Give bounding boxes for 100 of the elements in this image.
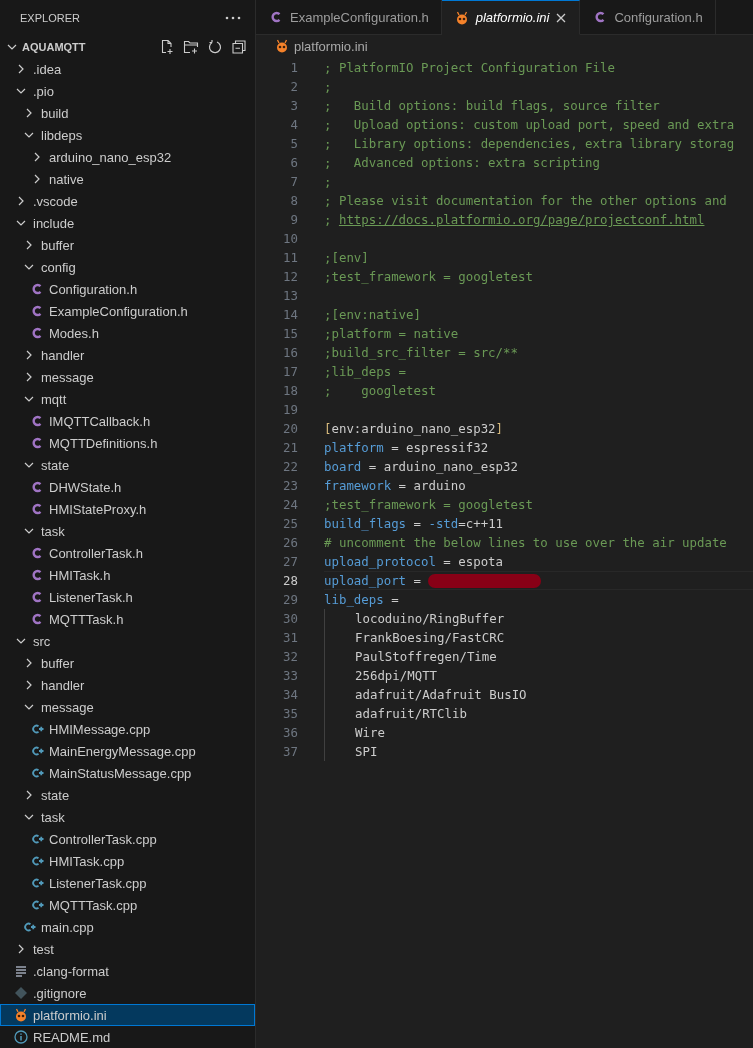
breadcrumb-item[interactable]: platformio.ini: [294, 38, 368, 54]
code-text: # uncomment the below lines to use over the air update: [324, 534, 727, 552]
tree-item[interactable]: IMQTTCallback.h: [0, 410, 255, 432]
tree-item[interactable]: MainEnergyMessage.cpp: [0, 740, 255, 762]
code-text: platform: [324, 439, 384, 457]
line-number: 22: [282, 459, 299, 474]
tree-item[interactable]: .idea: [0, 58, 255, 80]
line-number: 9: [289, 212, 299, 227]
line-number: 2: [289, 79, 299, 94]
line-number: 30: [282, 611, 299, 626]
line-number: 23: [282, 478, 299, 493]
editor-tab[interactable]: platformio.ini: [441, 0, 581, 35]
code-text: Wire: [355, 724, 385, 742]
line-number: 3: [289, 98, 299, 113]
tree-item[interactable]: platformio.ini: [0, 1004, 255, 1026]
tree-item[interactable]: handler: [0, 674, 255, 696]
tree-item[interactable]: buffer: [0, 234, 255, 256]
tree-item[interactable]: .vscode: [0, 190, 255, 212]
code-text: ;[env]: [324, 249, 369, 267]
code-text: =c++11: [458, 515, 504, 533]
tree-item[interactable]: DHWState.h: [0, 476, 255, 498]
code-text: ;test_framework = googletest: [324, 268, 533, 286]
editor-tab[interactable]: ExampleConfiguration.h: [256, 0, 442, 35]
tree-item[interactable]: MQTTDefinitions.h: [0, 432, 255, 454]
tree-item[interactable]: message: [0, 696, 255, 718]
line-number: 33: [282, 668, 299, 683]
tree-item[interactable]: HMITask.cpp: [0, 850, 255, 872]
line-number: 14: [282, 307, 299, 322]
tree-item[interactable]: buffer: [0, 652, 255, 674]
tree-item[interactable]: .gitignore: [0, 982, 255, 1004]
code-text: ; Build options: build flags, source filter: [324, 97, 660, 115]
diamond-icon: [13, 985, 29, 1001]
code-text: adafruit/RTClib: [355, 705, 467, 723]
tree-item[interactable]: src: [0, 630, 255, 652]
tree-item[interactable]: include: [0, 212, 255, 234]
tree-item[interactable]: main.cpp: [0, 916, 255, 938]
code-text: lib_deps: [324, 591, 384, 609]
tree-item[interactable]: handler: [0, 344, 255, 366]
tree-item[interactable]: ControllerTask.h: [0, 542, 255, 564]
tree-item[interactable]: message: [0, 366, 255, 388]
code-text: board: [324, 458, 362, 476]
tree-item[interactable]: state: [0, 454, 255, 476]
close-icon[interactable]: [555, 11, 568, 24]
code-link[interactable]: https://docs.platformio.org/page/projectconf.html: [338, 210, 705, 229]
editor-tab[interactable]: Configuration.h: [580, 0, 716, 35]
tree-item[interactable]: build: [0, 102, 255, 124]
tree-item[interactable]: MQTTTask.cpp: [0, 894, 255, 916]
line-number: 24: [282, 497, 299, 512]
tree-item[interactable]: HMIMessage.cpp: [0, 718, 255, 740]
code-text: -std: [428, 515, 459, 533]
code-text: build_flags: [324, 515, 407, 533]
code-text: upload_protocol: [324, 553, 436, 571]
tree-item[interactable]: task: [0, 806, 255, 828]
line-number: 21: [282, 440, 299, 455]
tree-item[interactable]: .clang-format: [0, 960, 255, 982]
tree-item[interactable]: native: [0, 168, 255, 190]
new-file-icon[interactable]: [159, 39, 175, 55]
line-number: 16: [282, 345, 299, 360]
code-text: = espota: [442, 553, 504, 571]
line-number: 25: [282, 516, 299, 531]
tree-item[interactable]: HMITask.h: [0, 564, 255, 586]
tree-item[interactable]: arduino_nano_esp32: [0, 146, 255, 168]
code-text: ;build_src_filter = src/**: [324, 344, 518, 362]
refresh-icon[interactable]: [207, 39, 223, 55]
tree-item[interactable]: ControllerTask.cpp: [0, 828, 255, 850]
line-number: 1: [289, 60, 299, 75]
sidebar-title: EXPLORER: [20, 12, 80, 24]
tree-item[interactable]: task: [0, 520, 255, 542]
more-actions-icon[interactable]: [225, 16, 241, 20]
line-number: 32: [282, 649, 299, 664]
new-folder-icon[interactable]: [183, 39, 199, 55]
tree-item[interactable]: HMIStateProxy.h: [0, 498, 255, 520]
tree-item[interactable]: MQTTTask.h: [0, 608, 255, 630]
tree-item[interactable]: ExampleConfiguration.h: [0, 300, 255, 322]
tree-item[interactable]: README.md: [0, 1026, 255, 1048]
tree-item[interactable]: state: [0, 784, 255, 806]
line-number: 34: [282, 687, 299, 702]
ant-head-icon: [13, 1007, 29, 1023]
code-text: adafruit/Adafruit BusIO: [355, 686, 527, 704]
tree-item[interactable]: .pio: [0, 80, 255, 102]
tree-item[interactable]: libdeps: [0, 124, 255, 146]
line-number: 7: [289, 174, 299, 189]
collapse-all-icon[interactable]: [231, 39, 247, 55]
code-text: ;[env:native]: [324, 306, 421, 324]
tree-item[interactable]: mqtt: [0, 388, 255, 410]
code-text: SPI: [355, 743, 378, 761]
tree-item[interactable]: Modes.h: [0, 322, 255, 344]
line-number: 31: [282, 630, 299, 645]
tree-item[interactable]: Configuration.h: [0, 278, 255, 300]
tree-item[interactable]: MainStatusMessage.cpp: [0, 762, 255, 784]
tree-item[interactable]: config: [0, 256, 255, 278]
info-icon: [13, 1029, 29, 1045]
line-number: 29: [282, 592, 299, 607]
tree-item[interactable]: test: [0, 938, 255, 960]
project-name[interactable]: AQUAMQTT: [22, 41, 157, 53]
code-text: locoduino/RingBuffer: [355, 610, 505, 628]
line-number: 37: [282, 744, 299, 759]
tree-item[interactable]: ListenerTask.h: [0, 586, 255, 608]
code-text: =: [412, 572, 422, 590]
tree-item[interactable]: ListenerTask.cpp: [0, 872, 255, 894]
